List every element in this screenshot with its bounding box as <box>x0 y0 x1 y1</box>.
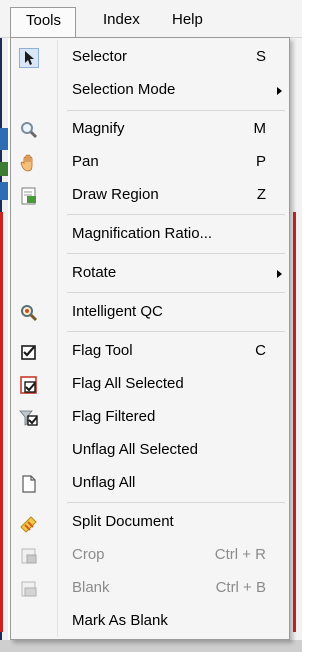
menu-item-label: Intelligent QC <box>72 303 163 320</box>
menu-item-label: Flag Filtered <box>72 408 156 425</box>
magnifier-icon <box>19 120 39 140</box>
menu-item-selection-mode[interactable]: Selection Mode <box>13 74 287 107</box>
menu-item-intelligent-qc[interactable]: Intelligent QC <box>13 296 287 329</box>
background-window <box>290 38 302 652</box>
menu-separator <box>67 253 285 254</box>
menu-separator <box>67 292 285 293</box>
flag-filtered-icon <box>19 408 39 428</box>
crop-icon <box>19 546 39 566</box>
menu-item-unflag-all-selected[interactable]: Unflag All Selected <box>13 434 287 467</box>
menu-separator <box>67 110 285 111</box>
submenu-arrow-icon <box>277 87 282 95</box>
menu-index[interactable]: Index <box>103 9 140 33</box>
background-element <box>0 182 8 200</box>
background-element <box>0 162 8 176</box>
menu-separator <box>67 502 285 503</box>
menu-item-flag-all-selected[interactable]: Flag All Selected <box>13 368 287 401</box>
menu-item-label: Mark As Blank <box>72 612 168 629</box>
menu-item-shortcut: Ctrl + R <box>214 546 266 563</box>
menu-bar: Tools Index Help <box>0 0 302 38</box>
menu-item-shortcut: M <box>253 120 267 137</box>
menu-item-rotate[interactable]: Rotate <box>13 257 287 290</box>
menu-item-flag-filtered[interactable]: Flag Filtered <box>13 401 287 434</box>
menu-item-magnify[interactable]: Magnify M <box>13 113 287 146</box>
menu-item-shortcut: P <box>255 153 266 170</box>
menu-item-label: Unflag All Selected <box>72 441 198 458</box>
menu-item-label: Flag Tool <box>72 342 133 359</box>
menu-item-draw-region[interactable]: Draw Region Z <box>13 179 287 212</box>
menu-item-shortcut: Z <box>256 186 266 203</box>
menu-item-label: Selector <box>72 48 128 65</box>
menu-item-split-document[interactable]: Split Document <box>13 506 287 539</box>
menu-item-unflag-all[interactable]: Unflag All <box>13 467 287 500</box>
menu-item-label: Flag All Selected <box>72 375 184 392</box>
flag-all-selected-icon <box>19 375 39 395</box>
background-document-border <box>293 212 296 632</box>
menu-item-shortcut: Ctrl + B <box>215 579 266 596</box>
menu-item-label: Selection Mode <box>72 81 176 98</box>
menu-item-label: Pan <box>72 153 99 170</box>
menu-item-shortcut: C <box>255 342 266 359</box>
menu-item-label: Rotate <box>72 264 117 281</box>
menu-item-flag-tool[interactable]: Flag Tool C <box>13 335 287 368</box>
tools-dropdown-menu: Selector S Selection Mode Magnify M Pan … <box>10 37 290 640</box>
menu-item-label: Blank <box>72 579 110 596</box>
draw-region-icon <box>19 186 39 206</box>
menu-item-label: Magnify <box>72 120 125 137</box>
menu-item-label: Split Document <box>72 513 174 530</box>
menu-item-shortcut: S <box>255 48 266 65</box>
menu-item-blank[interactable]: Blank Ctrl + B <box>13 572 287 605</box>
menu-item-label: Magnification Ratio... <box>72 225 213 242</box>
menu-item-crop[interactable]: Crop Ctrl + R <box>13 539 287 572</box>
menu-item-label: Unflag All <box>72 474 136 491</box>
menu-item-label: Crop <box>72 546 105 563</box>
blank-page-icon <box>19 474 39 494</box>
submenu-arrow-icon <box>277 270 282 278</box>
intelligent-qc-icon <box>19 303 39 323</box>
menu-tools[interactable]: Tools <box>10 7 76 38</box>
cursor-arrow-icon <box>19 48 39 68</box>
menu-item-mark-as-blank[interactable]: Mark As Blank <box>13 605 287 638</box>
menu-separator <box>67 214 285 215</box>
checkbox-icon <box>19 342 39 362</box>
menu-help[interactable]: Help <box>172 9 203 33</box>
split-document-icon <box>19 513 39 533</box>
menu-separator <box>67 331 285 332</box>
background-window <box>0 640 302 652</box>
menu-item-magnification-ratio[interactable]: Magnification Ratio... <box>13 218 287 251</box>
background-document-border <box>0 212 3 632</box>
blank-icon <box>19 579 39 599</box>
hand-icon <box>19 153 39 173</box>
background-element <box>0 128 8 150</box>
menu-item-label: Draw Region <box>72 186 159 203</box>
menu-item-pan[interactable]: Pan P <box>13 146 287 179</box>
menu-item-selector[interactable]: Selector S <box>13 41 287 74</box>
